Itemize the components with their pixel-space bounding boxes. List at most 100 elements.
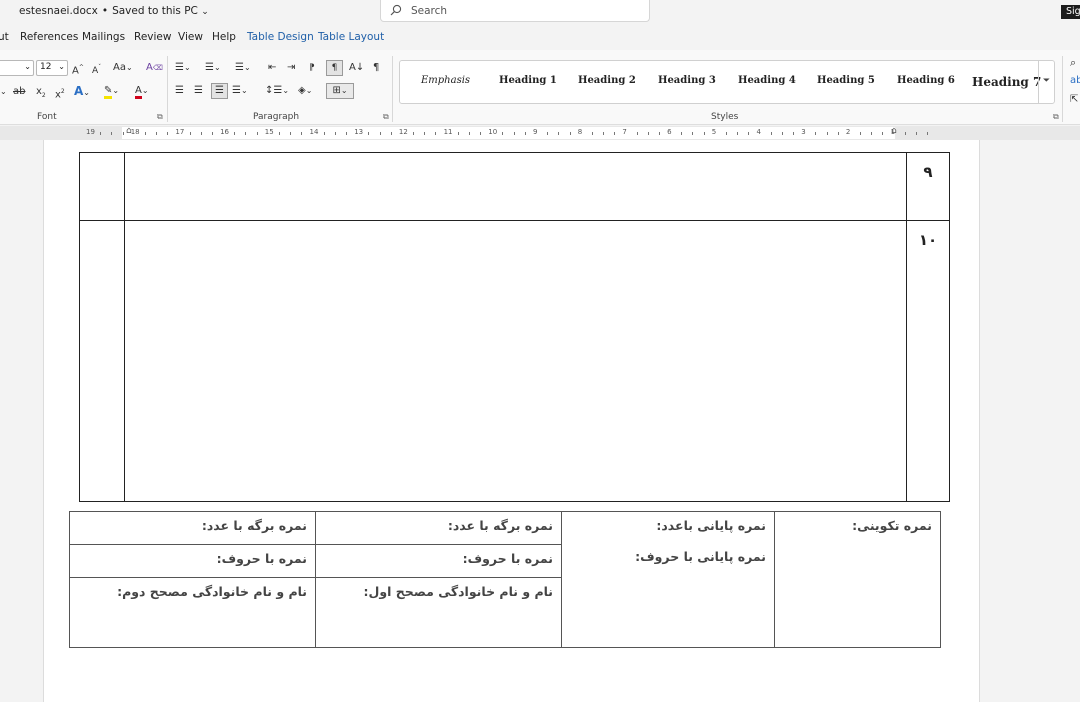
tab-view[interactable]: View — [178, 31, 203, 43]
tab-table-design[interactable]: Table Design — [247, 31, 314, 43]
font-size-dropdown[interactable]: 12 ⌄ — [36, 60, 68, 76]
tab-references[interactable]: References — [20, 31, 78, 43]
formative-score-cell[interactable]: نمره تکوینی: — [774, 511, 941, 648]
document-page[interactable]: ۹ ۱۰ نمره تکوینی: نمره پایانی باعدد: نمر… — [43, 140, 980, 702]
ruler-tick — [323, 132, 325, 135]
superscript-icon[interactable]: x2 — [55, 85, 65, 102]
ruler-tick — [591, 132, 593, 135]
file-name: estesnaei.docx — [19, 5, 98, 17]
styles-more-icon[interactable]: ⏷ — [1038, 61, 1054, 103]
highlight-icon[interactable]: ✎⌄ — [104, 84, 119, 99]
ruler-number: 10 — [488, 128, 498, 136]
line-spacing-icon[interactable]: ↕☰⌄ — [265, 84, 289, 98]
ruler-tick — [793, 132, 795, 135]
style-heading-3[interactable]: Heading 3 — [658, 75, 716, 86]
align-right-icon[interactable]: ☰ — [211, 83, 228, 99]
subscript-icon[interactable]: x2 — [36, 85, 46, 103]
sheet-score-number-label: نمره برگه با عدد: — [201, 518, 307, 533]
style-heading-6[interactable]: Heading 6 — [897, 75, 955, 86]
formative-score-label: نمره تکوینی: — [852, 518, 932, 533]
ruler-tick — [390, 132, 392, 135]
strikethrough-icon[interactable]: ab — [13, 85, 25, 99]
score-cell[interactable] — [79, 152, 125, 221]
answer-cell[interactable] — [124, 152, 907, 221]
text-effects-icon[interactable]: A⌄ — [74, 84, 90, 100]
replace-icon[interactable]: ab — [1070, 74, 1080, 88]
ruler-tick — [614, 132, 616, 135]
tab-review[interactable]: Review — [134, 31, 171, 43]
grow-font-icon[interactable]: A^ — [72, 61, 84, 78]
final-score-number-label: نمره پایانی باعدد: — [656, 518, 766, 533]
multilevel-list-icon[interactable]: ☰⌄ — [235, 61, 251, 75]
document-title[interactable]: estesnaei.docx • Saved to this PC ⌄ — [19, 5, 209, 17]
change-case-icon[interactable]: Aa⌄ — [113, 61, 133, 75]
align-center-icon[interactable]: ☰ — [194, 84, 203, 98]
font-name-dropdown[interactable]: ⌄ — [0, 60, 34, 76]
style-heading-7[interactable]: Heading 7 — [972, 75, 1041, 89]
ltr-direction-icon[interactable]: ⁋ — [309, 61, 315, 75]
ruler-number: 16 — [220, 128, 230, 136]
sign-in-button[interactable]: Sig — [1061, 5, 1080, 19]
style-heading-4[interactable]: Heading 4 — [738, 75, 796, 86]
ruler-tick — [837, 132, 839, 135]
chevron-down-icon: ⌄ — [58, 62, 65, 71]
grade-cell[interactable]: نام و نام خانوادگی مصحح دوم: — [69, 577, 316, 648]
ruler-tick — [860, 132, 862, 135]
ruler-tick — [770, 132, 772, 135]
borders-icon[interactable]: ⊞⌄ — [326, 83, 354, 99]
styles-dialog-launcher-icon[interactable]: ⧉ — [1053, 112, 1059, 122]
search-input[interactable]: Search — [380, 0, 650, 22]
score-cell[interactable] — [79, 220, 125, 502]
grade-cell[interactable]: نام و نام خانوادگی مصحح اول: — [315, 577, 562, 648]
increase-indent-icon[interactable]: ⇥ — [287, 61, 295, 75]
ruler-tick — [882, 132, 884, 135]
shading-icon[interactable]: ◈⌄ — [298, 84, 312, 98]
align-left-icon[interactable]: ☰ — [175, 84, 184, 98]
justify-icon[interactable]: ☰⌄ — [232, 84, 248, 98]
pilcrow-icon[interactable]: ¶ — [373, 61, 379, 75]
ruler-tick — [167, 132, 169, 135]
ruler-tick — [725, 132, 727, 135]
grade-cell[interactable]: نمره با حروف: — [315, 544, 562, 578]
right-indent-marker-icon[interactable]: ⌂ — [891, 126, 897, 136]
group-divider — [392, 56, 393, 122]
grade-cell[interactable]: نمره برگه با عدد: — [69, 511, 316, 545]
ruler-number: 9 — [533, 128, 538, 136]
grade-cell[interactable]: نمره با حروف: — [69, 544, 316, 578]
sort-icon[interactable]: A↓ — [349, 61, 364, 75]
left-indent-marker-icon[interactable]: ⌂ — [126, 126, 132, 136]
style-emphasis[interactable]: Emphasis — [421, 75, 470, 86]
font-color-icon[interactable]: A⌄ — [135, 84, 149, 99]
clear-formatting-icon[interactable]: A⌫ — [146, 61, 163, 75]
decrease-indent-icon[interactable]: ⇤ — [268, 61, 276, 75]
shrink-font-icon[interactable]: Aˇ — [92, 61, 101, 78]
style-heading-1[interactable]: Heading 1 — [499, 75, 557, 86]
font-dialog-launcher-icon[interactable]: ⧉ — [157, 112, 163, 122]
ruler-tick — [100, 132, 102, 135]
rtl-direction-icon[interactable]: ¶ — [326, 60, 343, 76]
ruler-tick — [737, 132, 739, 135]
bullets-icon[interactable]: ☰⌄ — [175, 61, 191, 75]
ruler-number: 15 — [264, 128, 274, 136]
paragraph-dialog-launcher-icon[interactable]: ⧉ — [383, 112, 389, 122]
tab-table-layout[interactable]: Table Layout — [318, 31, 384, 43]
tab-layout[interactable]: ut — [0, 31, 9, 43]
ruler-tick — [435, 132, 437, 135]
table-row: نمره تکوینی: نمره پایانی باعدد: نمره پای… — [69, 511, 941, 648]
ruler-tick — [256, 132, 258, 135]
answer-cell[interactable] — [124, 220, 907, 502]
chevron-down-icon[interactable]: ⌄ — [0, 85, 7, 99]
numbering-icon[interactable]: ☰⌄ — [205, 61, 221, 75]
grade-cell[interactable]: نمره برگه با عدد: — [315, 511, 562, 545]
ribbon: ⌄ 12 ⌄ A^ Aˇ Aa⌄ A⌫ ⌄ ab x2 x2 A⌄ ✎⌄ A⌄ F… — [0, 50, 1080, 125]
tab-help[interactable]: Help — [212, 31, 236, 43]
ruler-tick — [569, 132, 571, 135]
horizontal-ruler[interactable]: 19 18 17 16 15 14 13 12 11 10 9 8 7 6 5 4 3 2 1 ⌂ ⌂ — [0, 126, 1080, 140]
final-score-cell[interactable]: نمره پایانی باعدد: نمره پایانی با حروف: — [561, 511, 775, 648]
select-icon[interactable]: ⇱ — [1070, 93, 1078, 107]
tab-mailings[interactable]: Mailings — [82, 31, 125, 43]
style-heading-5[interactable]: Heading 5 — [817, 75, 875, 86]
style-heading-2[interactable]: Heading 2 — [578, 75, 636, 86]
sheet-score-number-label: نمره برگه با عدد: — [447, 518, 553, 533]
find-icon[interactable]: ⌕ — [1070, 56, 1076, 70]
